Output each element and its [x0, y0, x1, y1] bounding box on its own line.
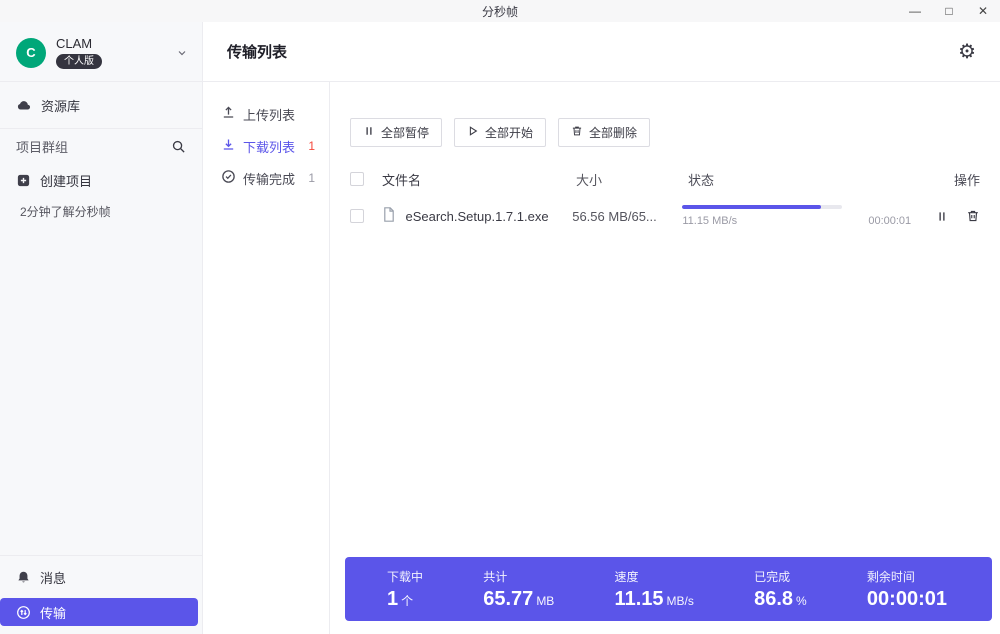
- sidebar-item-transfer[interactable]: 传输: [0, 598, 198, 626]
- user-plan-badge: 个人版: [56, 54, 102, 69]
- projects-section-header: 项目群组: [0, 129, 202, 163]
- app-window: 分秒帧 — □ ✕ C CLAM 个人版 资源库 项目群组 创建项目 2分钟了解…: [0, 0, 1000, 634]
- stat-label: 剩余时间: [866, 569, 915, 584]
- file-icon: [381, 206, 397, 226]
- page-header: 传输列表 ⚙: [203, 22, 1000, 82]
- bell-icon: [16, 570, 31, 585]
- progress-bar: [682, 205, 843, 209]
- page-title: 传输列表: [227, 44, 288, 61]
- start-all-label: 全部开始: [485, 126, 534, 140]
- column-header-size: 大小: [576, 172, 603, 188]
- start-all-button[interactable]: 全部开始: [454, 118, 547, 147]
- titlebar: 分秒帧 — □ ✕: [0, 0, 1000, 22]
- file-status: 11.15 MB/s 00:00:01: [682, 205, 911, 227]
- library-section: 资源库: [0, 82, 202, 129]
- stat-speed: 速度 11.15 MB/s: [615, 568, 694, 611]
- stat-unit: %: [796, 593, 807, 608]
- play-icon: [467, 125, 479, 140]
- trash-icon: [571, 125, 583, 140]
- stat-remaining-time: 剩余时间 00:00:01: [867, 568, 950, 611]
- cloud-icon: [16, 97, 32, 113]
- projects-section-label: 项目群组: [16, 139, 69, 155]
- maximize-icon[interactable]: □: [942, 0, 956, 22]
- progress-fill: [682, 205, 822, 209]
- tab-label: 下载列表: [243, 139, 296, 155]
- remaining-time: 00:00:01: [868, 215, 912, 227]
- pause-all-label: 全部暂停: [381, 126, 430, 140]
- stat-unit: MB: [536, 593, 555, 608]
- stat-label: 速度: [614, 569, 639, 584]
- stat-value: 1: [387, 587, 399, 610]
- upload-icon: [221, 105, 236, 123]
- close-icon[interactable]: ✕: [976, 0, 990, 22]
- stat-value: 65.77: [483, 587, 534, 610]
- sidebar-item-library[interactable]: 资源库: [0, 88, 202, 122]
- create-project-label: 创建项目: [40, 173, 93, 189]
- stat-label: 共计: [483, 569, 508, 584]
- stat-unit: 个: [401, 593, 414, 608]
- messages-label: 消息: [40, 570, 67, 586]
- row-checkbox[interactable]: [350, 209, 364, 223]
- download-speed: 11.15 MB/s: [682, 215, 738, 227]
- sidebar: C CLAM 个人版 资源库 项目群组 创建项目 2分钟了解分秒帧 消息 传输: [0, 22, 203, 634]
- stat-value: 86.8: [754, 587, 794, 610]
- select-all-checkbox[interactable]: [350, 172, 364, 186]
- settings-gear-icon[interactable]: ⚙: [958, 42, 976, 62]
- tab-transfer-complete[interactable]: 传输完成 1: [203, 162, 329, 194]
- window-controls: — □ ✕: [908, 0, 990, 22]
- minimize-icon[interactable]: —: [908, 0, 922, 22]
- tab-count: 1: [308, 171, 315, 185]
- user-name: CLAM: [56, 36, 93, 51]
- tab-download-list[interactable]: 下载列表 1: [203, 130, 329, 162]
- sidebar-item-label: 资源库: [41, 98, 81, 114]
- stat-total: 共计 65.77 MB: [483, 568, 554, 611]
- transfer-stats-bar: 下载中 1个 共计 65.77 MB 速度 11.15 MB/s 已完成 86.8%…: [345, 557, 992, 621]
- tab-count: 1: [308, 139, 315, 153]
- user-menu[interactable]: C CLAM 个人版: [0, 22, 202, 82]
- row-pause-icon[interactable]: [936, 210, 948, 223]
- row-delete-icon[interactable]: [966, 209, 980, 223]
- search-icon[interactable]: [171, 139, 186, 154]
- tab-label: 传输完成: [243, 171, 296, 187]
- delete-all-label: 全部删除: [589, 126, 638, 140]
- pause-icon: [363, 125, 375, 140]
- stat-value: 00:00:01: [866, 587, 947, 610]
- chevron-down-icon: [176, 47, 188, 59]
- tab-label: 上传列表: [243, 107, 296, 123]
- table-row: eSearch.Setup.1.7.1.exe 56.56 MB/65... 1…: [330, 189, 1000, 243]
- stat-value: 11.15: [614, 587, 664, 610]
- table-header: 文件名 大小 状态 操作: [330, 169, 1000, 189]
- check-circle-icon: [221, 169, 236, 187]
- create-project-button[interactable]: 创建项目: [0, 163, 202, 197]
- sidebar-bottom: 消息 传输: [0, 555, 202, 626]
- avatar: C: [16, 37, 46, 68]
- onboarding-link[interactable]: 2分钟了解分秒帧: [0, 197, 202, 220]
- stat-label: 下载中: [387, 569, 424, 584]
- column-header-action: 操作: [953, 172, 980, 188]
- main-panel: 全部暂停 全部开始 全部删除 文件名 大小 状态 操作 eSearch.Setu…: [330, 82, 1000, 634]
- stat-label: 已完成: [754, 569, 791, 584]
- transfer-icon: [16, 605, 31, 620]
- stat-downloading: 下载中 1个: [387, 568, 423, 611]
- window-title: 分秒帧: [481, 4, 518, 19]
- user-info: CLAM 个人版: [56, 36, 102, 69]
- download-icon: [221, 137, 236, 155]
- file-name: eSearch.Setup.1.7.1.exe: [405, 208, 549, 224]
- sidebar-item-messages[interactable]: 消息: [0, 562, 202, 592]
- delete-all-button[interactable]: 全部删除: [558, 118, 651, 147]
- column-header-status: 状态: [688, 172, 715, 188]
- toolbar: 全部暂停 全部开始 全部删除: [330, 82, 1000, 147]
- tab-upload-list[interactable]: 上传列表: [203, 98, 329, 130]
- file-size: 56.56 MB/65...: [572, 208, 657, 224]
- transfer-tabs: 上传列表 下载列表 1 传输完成 1: [203, 82, 330, 634]
- column-header-filename: 文件名: [382, 172, 422, 188]
- pause-all-button[interactable]: 全部暂停: [350, 118, 443, 147]
- stat-completed: 已完成 86.8%: [754, 568, 807, 611]
- transfer-label: 传输: [40, 605, 67, 621]
- stat-unit: MB/s: [666, 593, 694, 608]
- plus-square-icon: [16, 173, 31, 188]
